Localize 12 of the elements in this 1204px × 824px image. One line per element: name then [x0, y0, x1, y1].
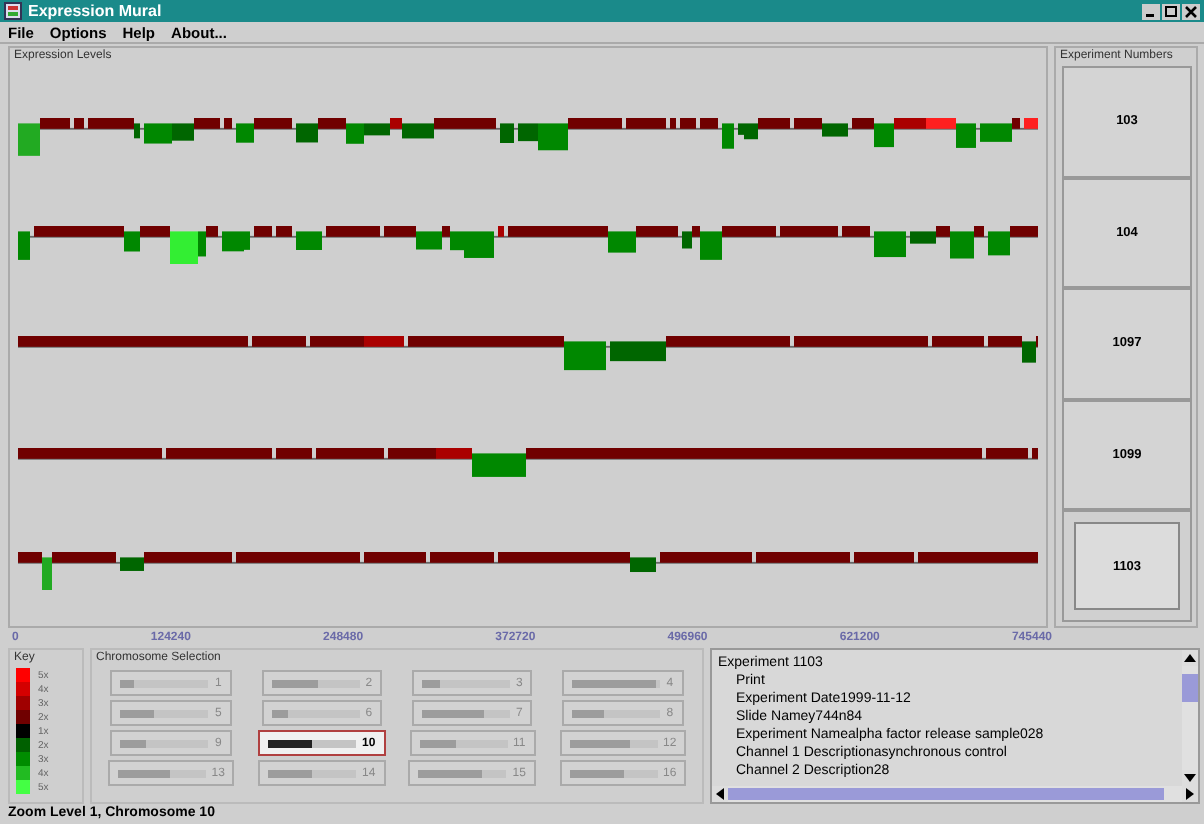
- scroll-thumb[interactable]: [728, 788, 1164, 800]
- window-title: Expression Mural: [28, 2, 162, 20]
- scroll-up-icon[interactable]: [1182, 650, 1198, 666]
- app-icon: [4, 2, 22, 20]
- minimize-icon[interactable]: [1142, 3, 1160, 19]
- close-icon[interactable]: [1182, 3, 1200, 19]
- scroll-left-icon[interactable]: [712, 786, 728, 802]
- vertical-scrollbar[interactable]: [1182, 650, 1198, 786]
- maximize-icon[interactable]: [1162, 3, 1180, 19]
- horizontal-scrollbar[interactable]: [712, 786, 1198, 802]
- scroll-thumb[interactable]: [1182, 674, 1198, 702]
- scroll-right-icon[interactable]: [1182, 786, 1198, 802]
